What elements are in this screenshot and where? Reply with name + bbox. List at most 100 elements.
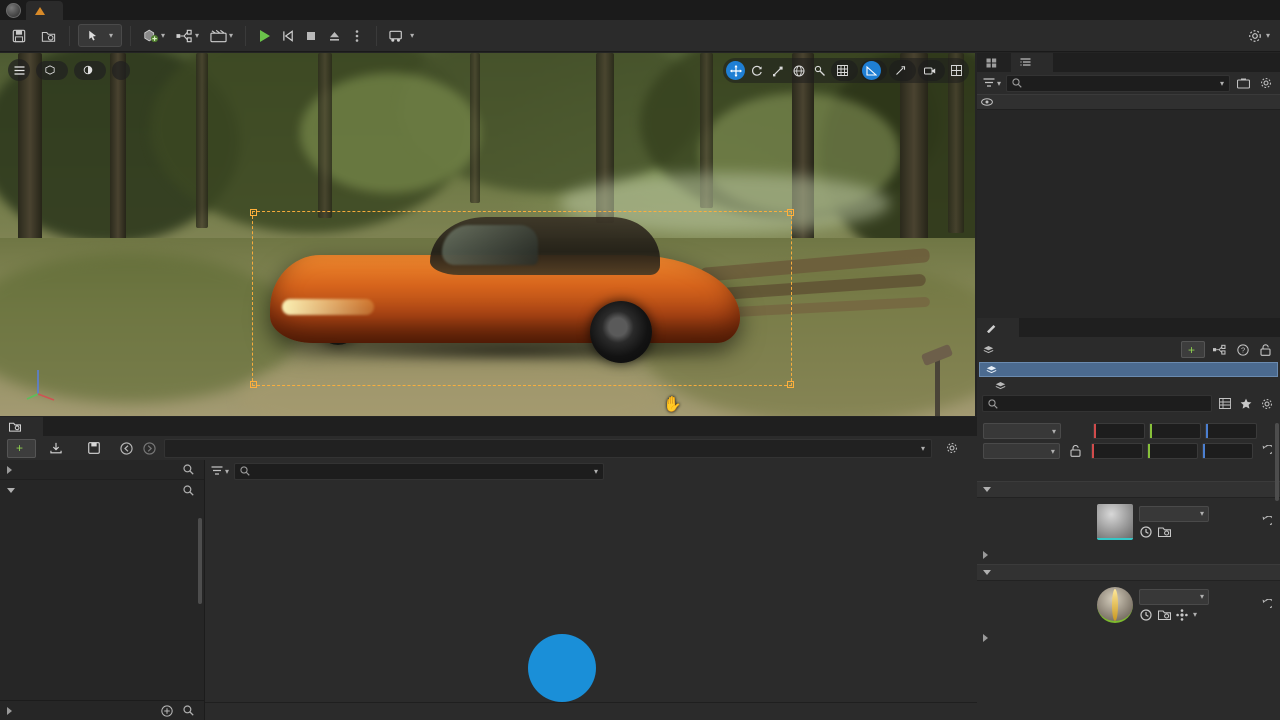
use-selected-asset-icon[interactable] (1157, 525, 1171, 539)
platforms-button[interactable]: ▾ (385, 24, 418, 48)
camera-icon[interactable] (920, 61, 939, 80)
project-search-icon[interactable] (180, 482, 197, 499)
scale-x-field[interactable] (1091, 443, 1143, 459)
details-component-row[interactable] (977, 377, 1280, 393)
help-icon[interactable]: ? (1234, 341, 1251, 358)
tab-viewport-2[interactable] (977, 53, 1011, 72)
skip-play-button[interactable] (277, 24, 299, 48)
grid-snap-icon[interactable] (833, 61, 852, 80)
folder-tree[interactable] (0, 500, 204, 700)
blueprint-icon[interactable] (1211, 341, 1228, 358)
material-options-icon[interactable] (1175, 608, 1189, 622)
scale-dropdown[interactable]: ▾ (983, 443, 1060, 459)
eye-icon[interactable] (977, 98, 997, 106)
chevron-down-icon[interactable]: ▾ (1220, 79, 1224, 88)
tab-outliner[interactable] (1011, 53, 1053, 72)
asset-tiles[interactable] (205, 482, 977, 702)
outliner-rows[interactable] (977, 110, 1280, 320)
scale-tool-icon[interactable] (768, 61, 787, 80)
asset-search-input[interactable]: ▾ (234, 462, 605, 480)
outliner-snapshot-icon[interactable] (1235, 75, 1252, 92)
add-actor-button[interactable]: ▾ (139, 24, 169, 48)
details-instance-row[interactable] (979, 362, 1278, 377)
project-root-row[interactable] (0, 480, 204, 500)
browse-to-material-icon[interactable] (1139, 608, 1153, 622)
use-selected-material-icon[interactable] (1157, 608, 1171, 622)
collections-search-icon[interactable] (180, 702, 197, 719)
details-properties[interactable]: ▾ ▾ ▾ ▾ ▾ (977, 421, 1280, 720)
material-dropdown[interactable]: ▾ (1139, 588, 1209, 605)
details-filter-chips[interactable] (977, 414, 1280, 421)
reset-scale-icon[interactable] (1257, 443, 1274, 460)
level-viewport[interactable]: ✋ (0, 53, 975, 416)
play-button[interactable] (254, 24, 276, 48)
outliner-filter-button[interactable]: ▾ (983, 78, 1001, 88)
browse-to-asset-icon[interactable] (1139, 525, 1153, 539)
select-translate-tool-icon[interactable] (726, 61, 745, 80)
chevron-down-icon[interactable]: ▾ (594, 467, 598, 476)
import-button[interactable] (42, 439, 74, 458)
hamburger-icon[interactable] (8, 59, 30, 81)
content-browser-settings-button[interactable] (938, 439, 970, 458)
static-mesh-thumbnail[interactable] (1097, 504, 1133, 540)
reset-static-mesh-icon[interactable] (1257, 514, 1274, 531)
chevron-down-icon[interactable]: ▾ (1193, 610, 1197, 619)
details-scrollbar[interactable] (1275, 423, 1279, 501)
static-mesh-advanced-row[interactable] (977, 546, 1280, 564)
scale-snap-icon[interactable] (891, 61, 910, 80)
tab-details[interactable] (977, 318, 1019, 337)
navigate-back-icon[interactable] (118, 440, 135, 457)
camera-speed-group[interactable] (918, 60, 945, 81)
browse-content-icon[interactable] (35, 24, 61, 48)
angle-snap-group[interactable] (860, 60, 887, 81)
folder-tree-scrollbar[interactable] (198, 518, 202, 604)
outliner-search-input[interactable]: ▾ (1006, 74, 1230, 92)
favorites-row[interactable] (0, 460, 204, 480)
reset-material-icon[interactable] (1257, 597, 1274, 614)
settings-button[interactable]: ▾ (1244, 24, 1274, 48)
surface-snap-icon[interactable] (810, 61, 829, 80)
outliner-search-field[interactable] (1027, 77, 1215, 89)
asset-filter-button[interactable]: ▾ (211, 466, 229, 476)
rotation-z-field[interactable] (1205, 423, 1257, 439)
favorite-star-icon[interactable] (1237, 395, 1254, 412)
save-icon[interactable] (6, 24, 32, 48)
world-space-icon[interactable] (789, 61, 808, 80)
column-view-icon[interactable] (1216, 395, 1233, 412)
viewport-layout-icon[interactable] (947, 61, 966, 80)
outliner-settings-gear-icon[interactable] (1257, 75, 1274, 92)
rotation-x-field[interactable] (1093, 423, 1145, 439)
static-mesh-dropdown[interactable]: ▾ (1139, 505, 1209, 522)
asset-search-field[interactable] (255, 465, 589, 477)
chevron-down-icon[interactable]: ▾ (921, 444, 925, 453)
add-asset-button[interactable]: + (7, 438, 37, 458)
scale-snap-group[interactable] (889, 60, 916, 81)
save-all-button[interactable] (80, 439, 112, 458)
more-options-button[interactable] (346, 24, 368, 48)
viewport-perspective-button[interactable] (36, 60, 68, 80)
favorites-search-icon[interactable] (180, 461, 197, 478)
material-thumbnail[interactable] (1097, 587, 1133, 623)
blueprints-button[interactable]: ▾ (172, 24, 203, 48)
navigate-forward-icon[interactable] (141, 440, 158, 457)
angle-snap-icon[interactable] (862, 61, 881, 80)
rotation-y-field[interactable] (1149, 423, 1201, 439)
scale-lock-icon[interactable] (1064, 443, 1088, 460)
unreal-logo-icon[interactable] (0, 0, 26, 20)
rotate-tool-icon[interactable] (747, 61, 766, 80)
viewport-show-button[interactable] (112, 60, 130, 80)
cinematics-button[interactable]: ▾ (206, 24, 237, 48)
static-mesh-section-header[interactable] (977, 481, 1280, 498)
details-settings-gear-icon[interactable] (1258, 395, 1275, 412)
add-collection-icon[interactable] (158, 702, 175, 719)
scale-z-field[interactable] (1202, 443, 1254, 459)
eject-button[interactable] (323, 24, 345, 48)
selection-mode-button[interactable]: ▾ (78, 24, 123, 47)
stop-button[interactable] (300, 24, 322, 48)
document-tab[interactable] (26, 1, 63, 20)
materials-advanced-row[interactable] (977, 629, 1280, 647)
grid-snap-group[interactable] (831, 60, 858, 81)
lock-icon[interactable] (1257, 341, 1274, 358)
collections-row[interactable] (0, 700, 204, 720)
tab-content-browser[interactable] (0, 417, 43, 436)
